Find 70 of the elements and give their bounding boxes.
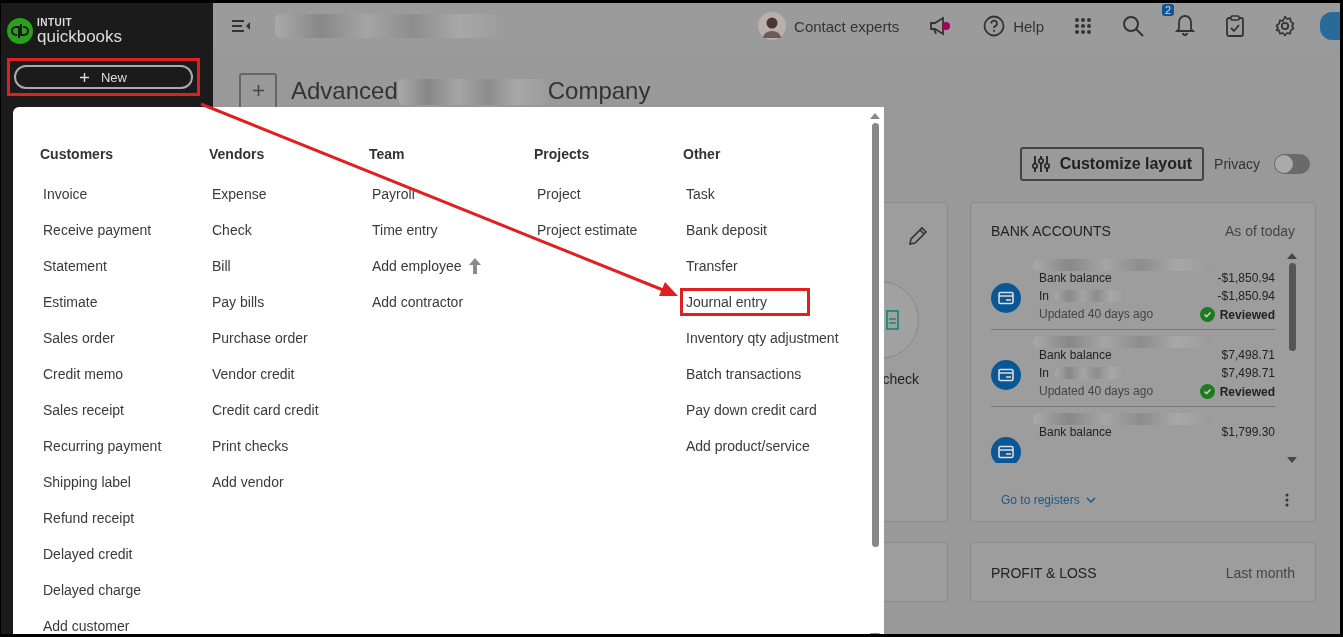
menu-item[interactable]: Delayed credit	[37, 540, 139, 568]
menu-heading: Projects	[534, 145, 590, 164]
company-name: Company	[547, 77, 651, 105]
menu-item[interactable]: Estimate	[37, 288, 104, 316]
menu-item[interactable]: Pay bills	[206, 288, 271, 316]
balance-label: Bank balance	[1039, 348, 1113, 362]
menu-item[interactable]: Check	[206, 216, 258, 244]
card-title: PROFIT & LOSS	[991, 565, 1097, 579]
company-name: Advanced	[291, 77, 398, 105]
logo-name: quickbooks	[37, 27, 123, 45]
menu-item[interactable]: Print checks	[206, 432, 295, 460]
balance-amount: -$1,850.94	[1216, 271, 1275, 285]
new-button[interactable]: New	[14, 65, 193, 89]
highlighted-menu-item[interactable]: Journal entry	[680, 288, 810, 316]
menu-item[interactable]: Shipping label	[37, 468, 137, 496]
help-button[interactable]: Help	[983, 15, 1044, 37]
menu-heading: Vendors	[209, 145, 265, 164]
menu-item[interactable]: Recurring payment	[37, 432, 168, 460]
menu-item[interactable]: Sales order	[37, 324, 121, 352]
menu-item[interactable]: Add contractor	[366, 288, 470, 316]
menu-item[interactable]: Transfer	[680, 252, 744, 280]
card-title: BANK ACCOUNTS	[991, 223, 1111, 239]
menu-item[interactable]: Statement	[37, 252, 113, 280]
contact-experts-button[interactable]: Contact experts	[758, 12, 900, 40]
in-amount: -$1,850.94	[1216, 289, 1275, 303]
period-dropdown[interactable]: Last month	[1225, 565, 1295, 579]
menu-item[interactable]: Add vendor	[206, 468, 290, 496]
privacy-label: Privacy	[1214, 156, 1260, 172]
menu-item[interactable]: Task	[680, 180, 721, 208]
in-amount: $7,498.71	[1220, 366, 1275, 380]
menu-item[interactable]: Credit card credit	[206, 396, 325, 424]
status-text: Reviewed	[1219, 307, 1275, 322]
menu-heading: Other	[683, 145, 721, 164]
menu-item[interactable]: Receive payment	[37, 216, 158, 244]
updated-text: Updated 40 days ago	[1039, 307, 1155, 322]
menu-item[interactable]: Add product/service	[680, 432, 816, 460]
notification-badge: 2	[1162, 4, 1175, 16]
menu-item[interactable]: Project	[531, 180, 587, 208]
in-label: In	[1039, 366, 1049, 380]
menu-item[interactable]: Payroll	[366, 180, 421, 208]
menu-item[interactable]: Time entry	[366, 216, 444, 244]
menu-item[interactable]: Expense	[206, 180, 273, 208]
balance-label: Bank balance	[1039, 271, 1113, 285]
balance-label: Bank balance	[1039, 425, 1113, 439]
customize-layout-button[interactable]: Customize layout	[1019, 147, 1205, 181]
menu-item[interactable]: Inventory qty adjustment	[680, 324, 845, 352]
menu-item[interactable]: Delayed charge	[37, 576, 148, 604]
menu-item[interactable]: Sales receipt	[37, 396, 130, 424]
updated-text: Updated 40 days ago	[1039, 384, 1155, 399]
card-subtitle: As of today	[1224, 223, 1295, 239]
menu-item[interactable]: Invoice	[37, 180, 94, 208]
status-text: Reviewed	[1219, 384, 1275, 399]
in-label: In	[1039, 289, 1049, 303]
menu-item[interactable]: Purchase order	[206, 324, 314, 352]
menu-item[interactable]: Project estimate	[531, 216, 644, 244]
menu-heading: Customers	[40, 145, 114, 164]
balance-amount: $7,498.71	[1220, 348, 1275, 362]
menu-item[interactable]: Vendor credit	[206, 360, 301, 388]
shortcut-label[interactable]: check	[882, 371, 919, 387]
menu-item[interactable]: Add employee	[366, 252, 488, 280]
menu-item[interactable]: Add customer	[37, 612, 136, 634]
menu-item[interactable]: Batch transactions	[680, 360, 808, 388]
menu-item[interactable]: Refund receipt	[37, 504, 141, 532]
menu-item[interactable]: Bank deposit	[680, 216, 773, 244]
menu-item[interactable]: Pay down credit card	[680, 396, 823, 424]
logo-brand: INTUIT	[37, 17, 74, 28]
menu-item[interactable]: Credit memo	[37, 360, 130, 388]
balance-amount: $1,799.30	[1221, 425, 1275, 439]
menu-item[interactable]: Bill	[206, 252, 237, 280]
menu-heading: Team	[369, 145, 405, 164]
